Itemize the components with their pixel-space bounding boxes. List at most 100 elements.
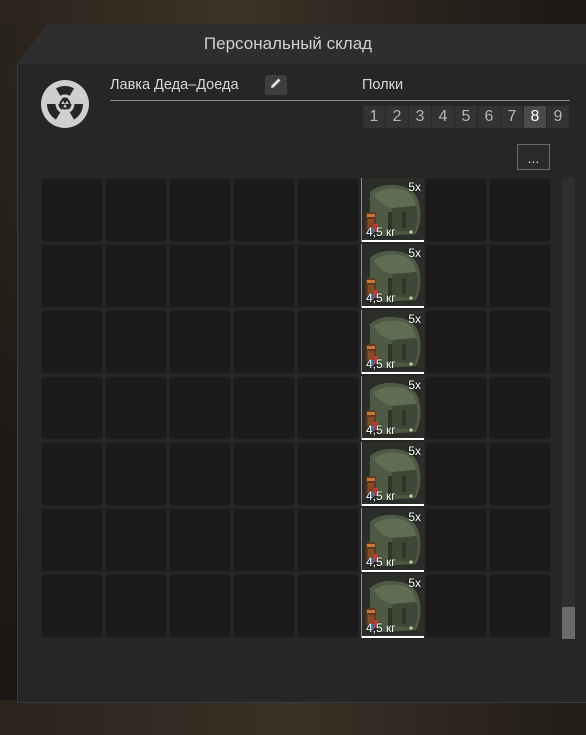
grid-cell[interactable] — [489, 376, 551, 440]
window-titlebar[interactable]: Персональный склад [S — [18, 24, 586, 64]
shelf-tabs: 123456789 — [363, 106, 569, 128]
item-quantity: 5x — [408, 444, 421, 458]
grid-cell[interactable] — [233, 574, 295, 638]
shelf-tab-8[interactable]: 8 — [524, 106, 546, 128]
grid-cell[interactable] — [489, 442, 551, 506]
grid-cell[interactable] — [41, 310, 103, 374]
grid-cell[interactable] — [41, 508, 103, 572]
grid-cell[interactable]: 5x 4,5 кг — [361, 376, 424, 440]
grid-cell[interactable] — [297, 574, 359, 638]
grid-cell[interactable] — [489, 310, 551, 374]
stash-item[interactable]: 5x 4,5 кг — [361, 178, 424, 242]
item-quantity: 5x — [408, 576, 421, 590]
grid-cell[interactable] — [425, 508, 487, 572]
stash-name: Лавка Деда–Доеда — [110, 77, 239, 93]
stash-item[interactable]: 5x 4,5 кг — [361, 442, 424, 506]
grid-cell[interactable] — [169, 442, 231, 506]
grid-cell[interactable] — [489, 244, 551, 308]
shelf-tab-3[interactable]: 3 — [409, 106, 431, 128]
grid-cell[interactable] — [169, 376, 231, 440]
grid-cell[interactable] — [41, 376, 103, 440]
shelf-tab-7[interactable]: 7 — [501, 106, 523, 128]
edit-name-button[interactable] — [265, 75, 287, 95]
grid-cell[interactable] — [41, 574, 103, 638]
grid-cell[interactable] — [297, 178, 359, 242]
grid-cell[interactable] — [425, 574, 487, 638]
grid-cell[interactable] — [105, 310, 167, 374]
grid-cell[interactable] — [169, 244, 231, 308]
grid-cell[interactable] — [297, 376, 359, 440]
item-underline — [362, 570, 424, 572]
grid-cell[interactable] — [489, 508, 551, 572]
shelf-tab-4[interactable]: 4 — [432, 106, 454, 128]
item-underline — [362, 240, 424, 242]
grid-cell[interactable]: 5x 4,5 кг — [361, 508, 424, 572]
shelves-label: Полки — [362, 77, 404, 93]
grid-cell[interactable] — [169, 310, 231, 374]
grid-cell[interactable] — [41, 244, 103, 308]
item-weight: 4,5 кг — [366, 225, 396, 239]
grid-cell[interactable] — [489, 178, 551, 242]
shelf-tab-2[interactable]: 2 — [386, 106, 408, 128]
grid-cell[interactable] — [297, 442, 359, 506]
item-weight: 4,5 кг — [366, 621, 396, 635]
grid-cell[interactable] — [233, 178, 295, 242]
stash-item[interactable]: 5x 4,5 кг — [361, 508, 424, 572]
grid-cell[interactable] — [425, 178, 487, 242]
stash-item[interactable]: 5x 4,5 кг — [361, 376, 424, 440]
scrollbar-track[interactable] — [562, 177, 575, 639]
grid-cell[interactable] — [105, 376, 167, 440]
grid-cell[interactable] — [297, 310, 359, 374]
grid-cell[interactable] — [105, 442, 167, 506]
item-quantity: 5x — [408, 180, 421, 194]
grid-cell[interactable] — [169, 574, 231, 638]
grid-cell[interactable] — [169, 508, 231, 572]
grid-cell[interactable] — [233, 310, 295, 374]
grid-cell[interactable] — [41, 178, 103, 242]
item-underline — [362, 306, 424, 308]
stash-item[interactable]: 5x 4,5 кг — [361, 574, 424, 638]
shelf-tab-6[interactable]: 6 — [478, 106, 500, 128]
grid-cell[interactable]: 5x 4,5 кг — [361, 178, 424, 242]
grid-cell[interactable] — [105, 178, 167, 242]
item-quantity: 5x — [408, 510, 421, 524]
grid-cell[interactable] — [169, 178, 231, 242]
shelf-tab-9[interactable]: 9 — [547, 106, 569, 128]
grid-cell[interactable] — [297, 508, 359, 572]
scrollbar-thumb[interactable] — [562, 607, 575, 639]
item-weight: 4,5 кг — [366, 423, 396, 437]
window-title: Персональный склад — [203, 34, 373, 53]
item-weight: 4,5 кг — [366, 357, 396, 371]
grid-cell[interactable] — [297, 244, 359, 308]
grid-cell[interactable] — [233, 508, 295, 572]
shelf-tab-5[interactable]: 5 — [455, 106, 477, 128]
more-button[interactable]: ... — [517, 144, 550, 170]
grid-cell[interactable]: 5x 4,5 кг — [361, 244, 424, 308]
grid-cell[interactable]: 5x 4,5 кг — [361, 442, 424, 506]
pencil-icon — [270, 76, 282, 94]
grid-cell[interactable] — [233, 442, 295, 506]
grid-cell[interactable]: 5x 4,5 кг — [361, 310, 424, 374]
shelf-tab-1[interactable]: 1 — [363, 106, 385, 128]
item-underline — [362, 438, 424, 440]
stash-item[interactable]: 5x 4,5 кг — [361, 244, 424, 308]
shelves-underline — [362, 100, 570, 101]
radiation-icon — [40, 79, 90, 129]
grid-cell[interactable] — [425, 442, 487, 506]
grid-cell[interactable] — [233, 376, 295, 440]
item-underline — [362, 504, 424, 506]
grid-cell[interactable] — [489, 574, 551, 638]
item-weight: 4,5 кг — [366, 555, 396, 569]
grid-cell[interactable] — [105, 574, 167, 638]
grid-cell[interactable] — [425, 310, 487, 374]
grid-cell[interactable] — [41, 442, 103, 506]
grid-cell[interactable] — [425, 376, 487, 440]
item-quantity: 5x — [408, 246, 421, 260]
item-quantity: 5x — [408, 312, 421, 326]
stash-item[interactable]: 5x 4,5 кг — [361, 310, 424, 374]
grid-cell[interactable]: 5x 4,5 кг — [361, 574, 424, 638]
grid-cell[interactable] — [105, 508, 167, 572]
grid-cell[interactable] — [425, 244, 487, 308]
grid-cell[interactable] — [233, 244, 295, 308]
grid-cell[interactable] — [105, 244, 167, 308]
